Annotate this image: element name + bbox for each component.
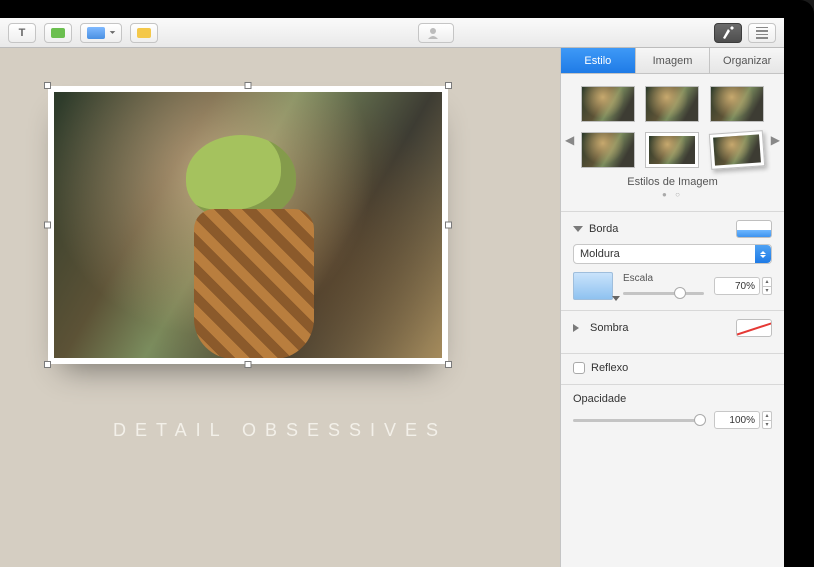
resize-handle-w[interactable]: [44, 222, 51, 229]
selected-image-frame[interactable]: [48, 86, 448, 364]
document-inspector-button[interactable]: [748, 23, 776, 43]
format-inspector: Estilo Imagem Organizar ◀ ▶ Estilos de I…: [560, 48, 784, 567]
text-box-button[interactable]: T: [8, 23, 36, 43]
border-title: Borda: [589, 223, 730, 235]
placed-image[interactable]: [54, 92, 442, 358]
resize-handle-ne[interactable]: [445, 82, 452, 89]
shadow-disclosure[interactable]: [573, 324, 584, 332]
image-style-preset[interactable]: [581, 86, 635, 122]
styles-next-page[interactable]: ▶: [771, 133, 780, 147]
image-style-preset[interactable]: [581, 132, 635, 168]
resize-handle-n[interactable]: [245, 82, 252, 89]
workspace: DETAIL OBSESSIVES Estilo Imagem Organiza…: [0, 48, 784, 567]
inspector-tabs: Estilo Imagem Organizar: [561, 48, 784, 74]
resize-handle-s[interactable]: [245, 361, 252, 368]
reflection-section: Reflexo: [561, 353, 784, 384]
comment-button[interactable]: [130, 23, 158, 43]
format-inspector-button[interactable]: [714, 23, 742, 43]
tab-arrange[interactable]: Organizar: [710, 48, 784, 73]
scale-stepper[interactable]: ▴▾: [762, 277, 772, 295]
border-disclosure[interactable]: [573, 226, 583, 232]
reflection-label: Reflexo: [591, 362, 628, 374]
border-type-select[interactable]: Moldura: [573, 244, 772, 264]
shape-button[interactable]: [44, 23, 72, 43]
styles-page-dots[interactable]: ● ○: [581, 190, 764, 199]
border-section: Borda Moldura Escala: [561, 211, 784, 310]
scale-slider[interactable]: [623, 286, 704, 300]
frame-preview-dropdown[interactable]: [573, 272, 613, 300]
shadow-style-swatch[interactable]: [736, 319, 772, 337]
scale-value-field[interactable]: 70%: [714, 277, 760, 295]
slider-thumb[interactable]: [694, 414, 706, 426]
document-canvas[interactable]: DETAIL OBSESSIVES: [0, 48, 560, 567]
border-type-value: Moldura: [580, 248, 620, 260]
device-frame: T: [0, 0, 814, 567]
collaborate-button[interactable]: [418, 23, 454, 43]
styles-prev-page[interactable]: ◀: [565, 133, 574, 147]
resize-handle-sw[interactable]: [44, 361, 51, 368]
shadow-title: Sombra: [590, 322, 730, 334]
opacity-stepper[interactable]: ▴▾: [762, 411, 772, 429]
tab-image[interactable]: Imagem: [636, 48, 711, 73]
resize-handle-e[interactable]: [445, 222, 452, 229]
image-styles-panel: ◀ ▶ Estilos de Imagem ● ○: [561, 74, 784, 211]
scale-label: Escala: [623, 273, 704, 284]
resize-handle-nw[interactable]: [44, 82, 51, 89]
image-style-preset[interactable]: [708, 130, 764, 170]
select-arrows-icon: [755, 245, 771, 263]
toolbar: T: [0, 18, 784, 48]
media-dropdown[interactable]: [80, 23, 122, 43]
opacity-value-field[interactable]: 100%: [714, 411, 760, 429]
slider-thumb[interactable]: [674, 287, 686, 299]
resize-handle-se[interactable]: [445, 361, 452, 368]
shadow-section: Sombra: [561, 310, 784, 353]
reflection-checkbox[interactable]: [573, 362, 585, 374]
image-style-preset[interactable]: [645, 86, 699, 122]
image-style-preset[interactable]: [645, 132, 699, 168]
canvas-caption[interactable]: DETAIL OBSESSIVES: [0, 420, 560, 441]
tab-style[interactable]: Estilo: [561, 48, 636, 73]
opacity-section: Opacidade 100% ▴▾: [561, 384, 784, 439]
image-style-preset[interactable]: [710, 86, 764, 122]
image-styles-label: Estilos de Imagem: [581, 176, 764, 188]
app-window: T: [0, 18, 784, 567]
opacity-slider[interactable]: [573, 413, 706, 427]
opacity-title: Opacidade: [573, 393, 772, 405]
border-style-swatch[interactable]: [736, 220, 772, 238]
